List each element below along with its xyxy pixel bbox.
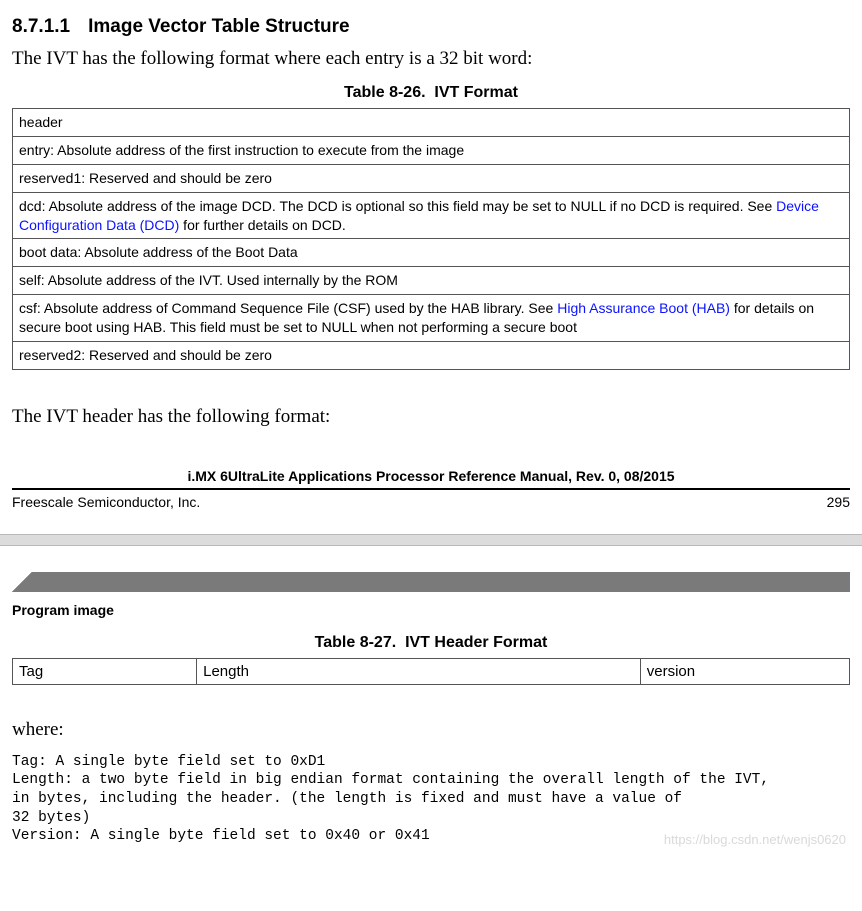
table-row: reserved1: Reserved and should be zero xyxy=(13,164,850,192)
dcd-post-text: for further details on DCD. xyxy=(179,217,346,233)
table-row: reserved2: Reserved and should be zero xyxy=(13,342,850,370)
table-row: entry: Absolute address of the first ins… xyxy=(13,136,850,164)
hdr-col-length: Length xyxy=(197,658,641,684)
where-label: where: xyxy=(12,719,850,741)
ivt-row-reserved1: reserved1: Reserved and should be zero xyxy=(13,164,850,192)
hdr-col-tag: Tag xyxy=(13,658,197,684)
table-27: Tag Length version xyxy=(12,658,850,685)
table-row: self: Absolute address of the IVT. Used … xyxy=(13,267,850,295)
section-banner xyxy=(12,572,850,592)
footer-company: Freescale Semiconductor, Inc. xyxy=(12,494,200,510)
doc-title: i.MX 6UltraLite Applications Processor R… xyxy=(12,468,850,490)
section-title: Image Vector Table Structure xyxy=(88,16,350,37)
table-26: header entry: Absolute address of the fi… xyxy=(12,108,850,370)
page-footer: i.MX 6UltraLite Applications Processor R… xyxy=(12,468,850,510)
ivt-row-csf: csf: Absolute address of Command Sequenc… xyxy=(13,295,850,342)
hdr-col-version: version xyxy=(640,658,849,684)
intro-paragraph-1: The IVT has the following format where e… xyxy=(12,48,850,70)
field-definitions: Tag: A single byte field set to 0xD1 Len… xyxy=(12,753,850,846)
link-hab[interactable]: High Assurance Boot (HAB) xyxy=(557,300,730,316)
table-27-title: IVT Header Format xyxy=(405,634,547,651)
table-row: Tag Length version xyxy=(13,658,850,684)
section-heading: 8.7.1.1 Image Vector Table Structure xyxy=(12,16,850,38)
csf-pre-text: csf: Absolute address of Command Sequenc… xyxy=(19,300,557,316)
table-row: csf: Absolute address of Command Sequenc… xyxy=(13,295,850,342)
dcd-pre-text: dcd: Absolute address of the image DCD. … xyxy=(19,198,776,214)
table-27-label: Table 8-27. xyxy=(315,634,397,651)
ivt-row-self: self: Absolute address of the IVT. Used … xyxy=(13,267,850,295)
table-26-label: Table 8-26. xyxy=(344,84,426,101)
section-label: Program image xyxy=(12,602,850,618)
ivt-row-reserved2: reserved2: Reserved and should be zero xyxy=(13,342,850,370)
intro-paragraph-2: The IVT header has the following format: xyxy=(12,406,850,428)
table-26-caption: Table 8-26. IVT Format xyxy=(12,84,850,102)
table-26-title: IVT Format xyxy=(434,84,518,101)
page-break xyxy=(0,534,862,546)
table-row: dcd: Absolute address of the image DCD. … xyxy=(13,192,850,239)
ivt-row-header: header xyxy=(13,109,850,137)
footer-page-number: 295 xyxy=(827,494,850,510)
table-row: header xyxy=(13,109,850,137)
ivt-row-bootdata: boot data: Absolute address of the Boot … xyxy=(13,239,850,267)
table-row: boot data: Absolute address of the Boot … xyxy=(13,239,850,267)
ivt-row-entry: entry: Absolute address of the first ins… xyxy=(13,136,850,164)
table-27-caption: Table 8-27. IVT Header Format xyxy=(12,634,850,652)
ivt-row-dcd: dcd: Absolute address of the image DCD. … xyxy=(13,192,850,239)
section-number: 8.7.1.1 xyxy=(12,16,70,37)
